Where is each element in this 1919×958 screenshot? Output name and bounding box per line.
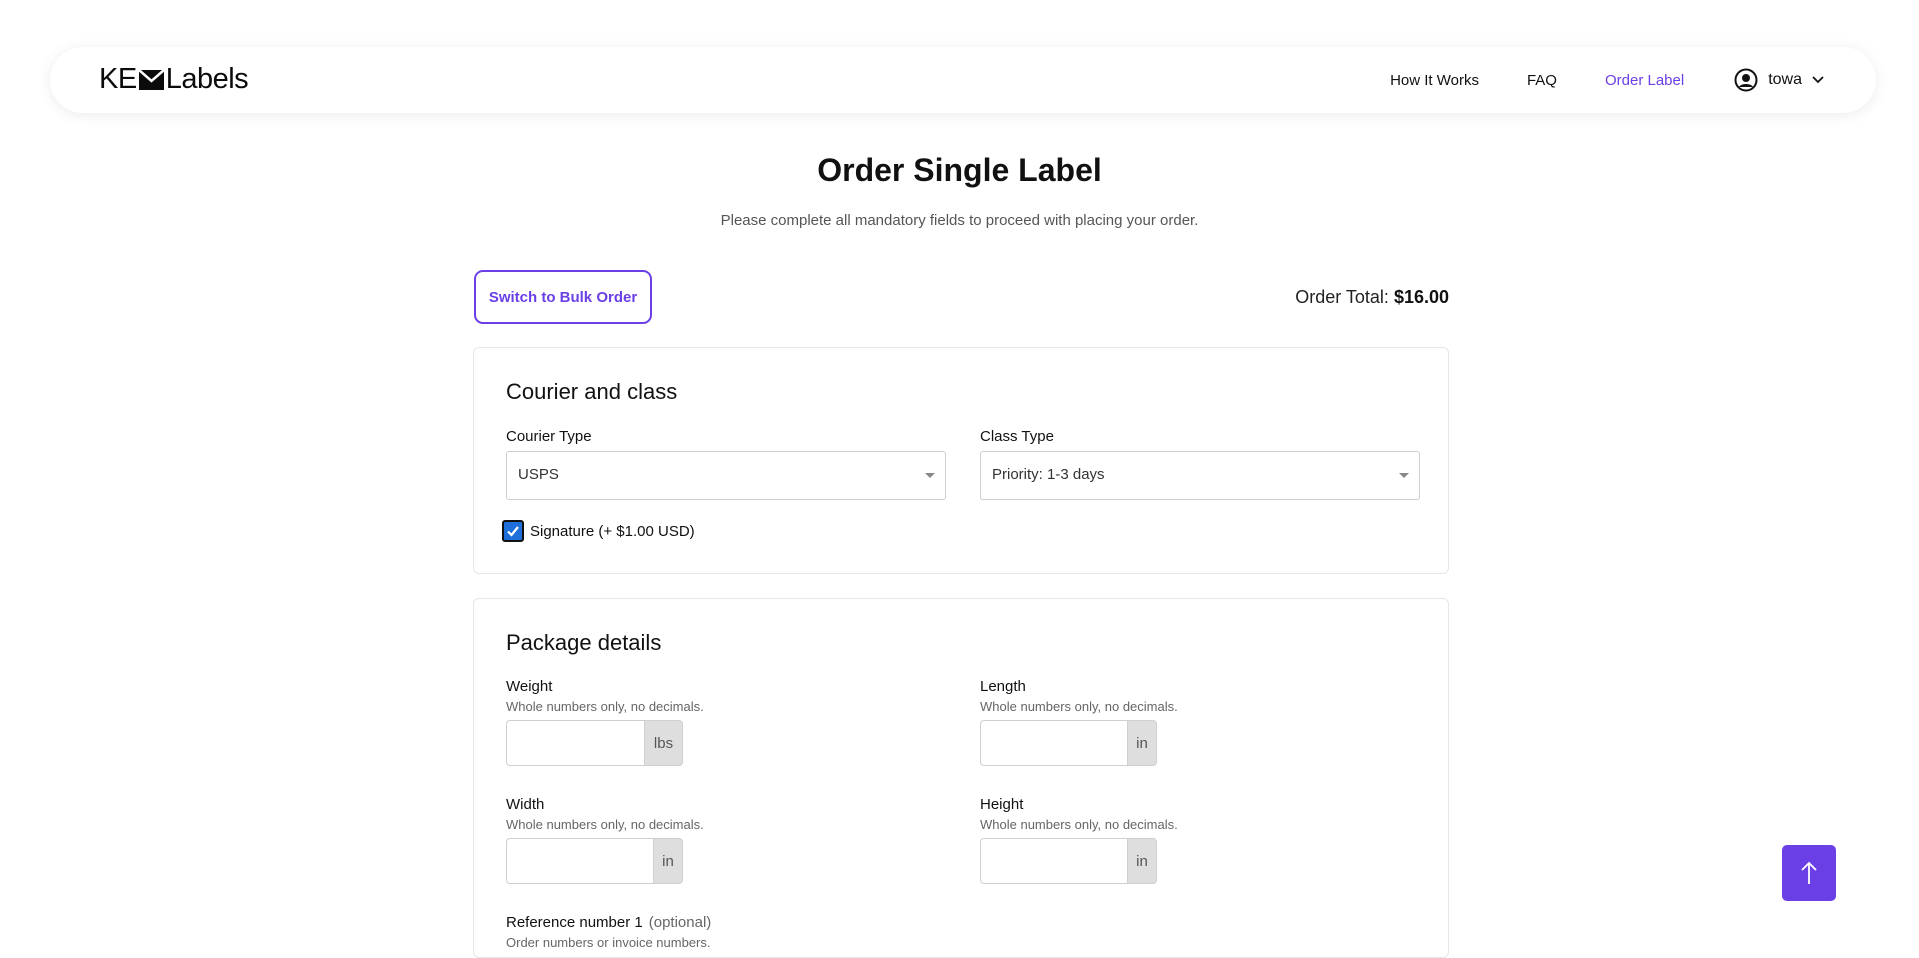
height-input-group: in bbox=[980, 838, 1157, 884]
reference-1-hint: Order numbers or invoice numbers. bbox=[506, 935, 711, 950]
class-type-value: Priority: 1-3 days bbox=[992, 466, 1105, 483]
height-input[interactable] bbox=[980, 838, 1127, 884]
height-unit: in bbox=[1127, 838, 1157, 884]
width-input-group: in bbox=[506, 838, 683, 884]
top-navbar: KE Labels How It Works FAQ Order Label t… bbox=[50, 47, 1876, 113]
site-logo[interactable]: KE Labels bbox=[99, 63, 249, 96]
length-unit: in bbox=[1127, 720, 1157, 766]
reference-1-optional: (optional) bbox=[648, 914, 712, 931]
width-input[interactable] bbox=[506, 838, 653, 884]
caret-down-icon bbox=[925, 473, 935, 478]
weight-input-group: lbs bbox=[506, 720, 683, 766]
signature-option: Signature (+ $1.00 USD) bbox=[502, 520, 695, 542]
envelope-icon bbox=[137, 68, 165, 90]
package-section-title: Package details bbox=[506, 630, 662, 655]
caret-down-icon bbox=[1399, 473, 1409, 478]
order-total-value: $16.00 bbox=[1393, 287, 1449, 307]
user-circle-icon bbox=[1734, 68, 1758, 92]
check-icon bbox=[507, 526, 519, 537]
chevron-down-icon bbox=[1812, 76, 1824, 84]
courier-and-class-card: Courier and class Courier Type USPS Clas… bbox=[473, 347, 1449, 574]
length-hint: Whole numbers only, no decimals. bbox=[980, 699, 1178, 714]
length-input[interactable] bbox=[980, 720, 1127, 766]
weight-input[interactable] bbox=[506, 720, 644, 766]
courier-type-label: Courier Type bbox=[506, 428, 592, 445]
length-label: Length bbox=[980, 678, 1026, 695]
class-type-label: Class Type bbox=[980, 428, 1054, 445]
scroll-to-top-button[interactable] bbox=[1782, 845, 1836, 901]
weight-label: Weight bbox=[506, 678, 553, 695]
length-input-group: in bbox=[980, 720, 1157, 766]
arrow-up-icon bbox=[1801, 861, 1817, 884]
width-unit: in bbox=[653, 838, 683, 884]
nav-order-label[interactable]: Order Label bbox=[1605, 72, 1684, 89]
package-details-card: Package details Weight Whole numbers onl… bbox=[473, 598, 1449, 958]
reference-1-label: Reference number 1 (optional) bbox=[506, 914, 711, 931]
nav-faq[interactable]: FAQ bbox=[1527, 72, 1557, 89]
width-label: Width bbox=[506, 796, 545, 813]
user-name: towa bbox=[1768, 71, 1802, 88]
height-label: Height bbox=[980, 796, 1024, 813]
courier-section-title: Courier and class bbox=[506, 379, 678, 404]
weight-unit: lbs bbox=[644, 720, 683, 766]
signature-label: Signature (+ $1.00 USD) bbox=[530, 522, 695, 540]
order-total-label: Order Total: bbox=[1295, 287, 1389, 307]
class-type-select[interactable]: Priority: 1-3 days bbox=[980, 451, 1420, 500]
nav-how-it-works[interactable]: How It Works bbox=[1390, 72, 1479, 89]
logo-text-right: Labels bbox=[165, 63, 249, 95]
signature-checkbox[interactable] bbox=[502, 520, 524, 542]
courier-type-select[interactable]: USPS bbox=[506, 451, 946, 500]
switch-to-bulk-order-button[interactable]: Switch to Bulk Order bbox=[474, 270, 652, 324]
user-menu[interactable]: towa bbox=[1734, 68, 1824, 92]
width-hint: Whole numbers only, no decimals. bbox=[506, 817, 704, 832]
page-subtitle: Please complete all mandatory fields to … bbox=[720, 212, 1199, 229]
logo-text-left: KE bbox=[99, 63, 137, 95]
weight-hint: Whole numbers only, no decimals. bbox=[506, 699, 704, 714]
height-hint: Whole numbers only, no decimals. bbox=[980, 817, 1178, 832]
page-title: Order Single Label bbox=[817, 152, 1102, 188]
nav-links: How It Works FAQ Order Label towa bbox=[1342, 47, 1824, 113]
reference-1-label-text: Reference number 1 bbox=[506, 914, 643, 931]
courier-type-value: USPS bbox=[518, 466, 559, 483]
order-total: Order Total: $16.00 bbox=[1295, 287, 1449, 308]
